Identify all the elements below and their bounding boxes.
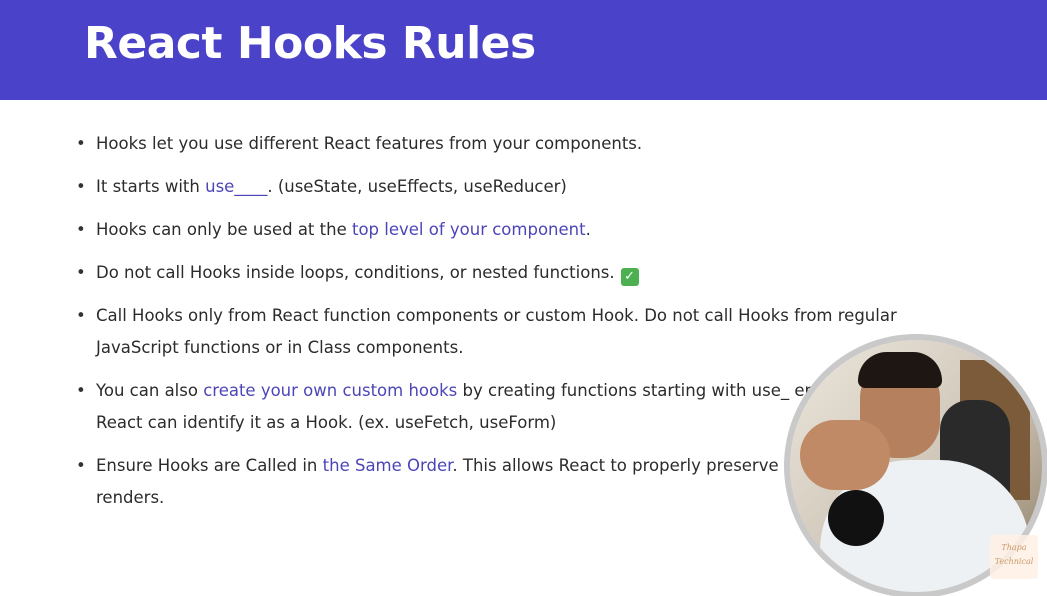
- rule-text: . (useState, useEffects, useReducer): [267, 177, 567, 196]
- highlighted-text: top level of your component: [351, 220, 586, 239]
- watermark-line-2: Technical: [994, 557, 1034, 566]
- rule-item: Do not call Hooks inside loops, conditio…: [70, 257, 930, 289]
- slide-header: React Hooks Rules: [0, 0, 1047, 100]
- checkmark-icon: ✓: [620, 268, 639, 286]
- highlighted-text: the Same Order: [322, 456, 453, 475]
- highlighted-text: use____: [205, 177, 268, 196]
- webcam-presenter-hand: [800, 420, 890, 490]
- microphone-icon: [828, 490, 884, 546]
- rule-item: It starts with use____. (useState, useEf…: [70, 171, 930, 203]
- rule-text: You can also: [96, 381, 204, 400]
- webcam-presenter-hair: [858, 352, 942, 388]
- rule-text: Ensure Hooks are Called in: [96, 456, 323, 475]
- channel-watermark: Thapa Technical: [990, 535, 1038, 579]
- rule-text: Do not call Hooks inside loops, conditio…: [96, 263, 615, 282]
- rule-text: Call Hooks only from React function comp…: [96, 306, 897, 357]
- watermark-line-1: Thapa: [1001, 543, 1027, 552]
- rule-item: Hooks let you use different React featur…: [70, 128, 930, 160]
- rule-text: .: [585, 220, 591, 239]
- highlighted-text: create your own custom hooks: [203, 381, 458, 400]
- rule-text: by creating functions starting with use_: [457, 381, 795, 400]
- slide-title: React Hooks Rules: [84, 18, 536, 69]
- rule-text: Hooks can only be used at the: [96, 220, 352, 239]
- rule-text: It starts with: [96, 177, 206, 196]
- rule-item: Hooks can only be used at the top level …: [70, 214, 930, 246]
- rule-text: . This allows React to properly preserve…: [452, 456, 796, 475]
- rule-text: Hooks let you use different React featur…: [96, 134, 643, 153]
